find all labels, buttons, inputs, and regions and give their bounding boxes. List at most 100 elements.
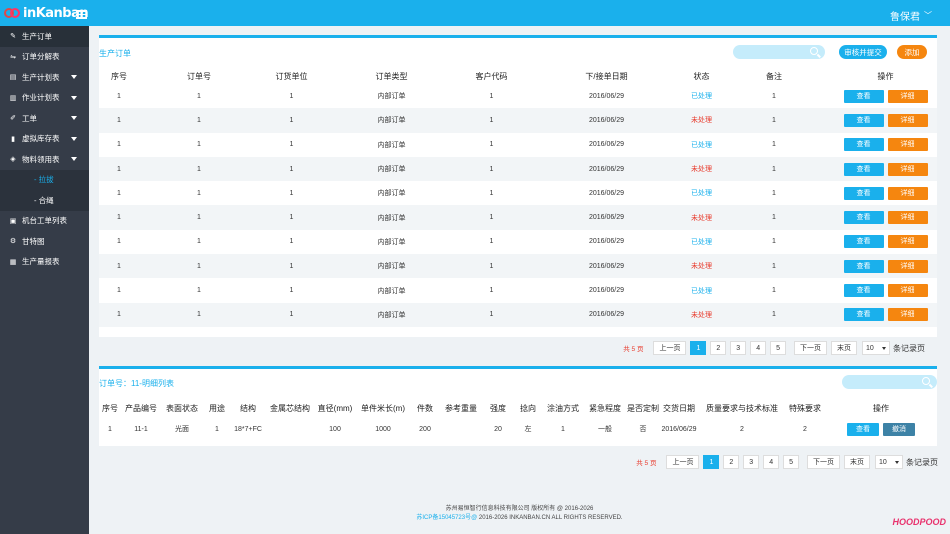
detail-button[interactable]: 详细 bbox=[887, 235, 928, 249]
page-number-button[interactable]: 4 bbox=[750, 341, 767, 355]
add-button[interactable]: 添加 bbox=[897, 45, 927, 59]
menu-toggle-icon[interactable] bbox=[76, 10, 87, 19]
page-number-button[interactable]: 2 bbox=[723, 455, 740, 469]
cancel-button[interactable]: 撤消 bbox=[883, 422, 915, 436]
table-cell: 1 bbox=[772, 92, 776, 100]
footer-rights: 2016-2026 INKANBAN.CN ALL RIGHTS RESERVE… bbox=[477, 515, 623, 521]
page-number-button[interactable]: 5 bbox=[770, 341, 786, 355]
view-button[interactable]: 查看 bbox=[843, 235, 884, 249]
page-number-button[interactable]: 1 bbox=[703, 455, 720, 469]
table-cell: 未处理 bbox=[689, 205, 714, 230]
column-header: 用途 bbox=[209, 403, 225, 413]
table-cell: 内部订单 bbox=[377, 190, 406, 198]
page-number-button[interactable]: 2 bbox=[710, 341, 727, 355]
view-button[interactable]: 查看 bbox=[843, 162, 884, 176]
page-total: 共 5 页 bbox=[623, 346, 644, 353]
search-icon[interactable] bbox=[922, 377, 930, 385]
table-cell: 1 bbox=[99, 254, 139, 279]
table-cell: 内部订单 bbox=[377, 141, 406, 149]
table-cell: 内部订单 bbox=[324, 205, 459, 230]
table-cell: 1 bbox=[772, 141, 776, 149]
orders-search-input[interactable] bbox=[733, 45, 825, 59]
table-cell: 1 bbox=[714, 205, 834, 230]
sidebar-item[interactable]: ⚙ 甘特图 bbox=[0, 231, 89, 252]
page-number-button[interactable]: 3 bbox=[730, 341, 747, 355]
prev-page-button[interactable]: 上一页 bbox=[666, 455, 700, 469]
sidebar-subitem[interactable]: - 合绳 bbox=[0, 190, 89, 211]
sidebar-item[interactable]: ▤ 生产计划表 bbox=[0, 67, 89, 88]
detail-button[interactable]: 详细 bbox=[887, 113, 928, 127]
actions-cell: 查看 详细 bbox=[834, 230, 937, 254]
table-cell: 1 bbox=[714, 302, 834, 327]
detail-button[interactable]: 详细 bbox=[887, 308, 928, 322]
table-cell: 未处理 bbox=[689, 302, 714, 327]
view-button[interactable]: 查看 bbox=[843, 89, 884, 103]
next-page-button[interactable]: 下一页 bbox=[807, 455, 840, 469]
view-button[interactable]: 查看 bbox=[843, 308, 884, 322]
approve-submit-button[interactable]: 审核并提交 bbox=[839, 45, 887, 59]
table-cell: 18*7+FC bbox=[234, 425, 262, 433]
detail-button[interactable]: 详细 bbox=[887, 138, 928, 152]
search-icon[interactable] bbox=[810, 47, 818, 55]
sidebar-subitem[interactable]: - 拉拔 bbox=[0, 169, 89, 190]
page-number-button[interactable]: 4 bbox=[763, 455, 780, 469]
caret-down-icon bbox=[71, 157, 77, 161]
detail-button[interactable]: 详细 bbox=[887, 259, 928, 273]
column-header: 订单号 bbox=[187, 71, 211, 81]
table-cell: 一般 bbox=[598, 426, 612, 433]
table-cell: 2016/06/29 bbox=[524, 302, 689, 327]
page-size-select[interactable]: 10 bbox=[875, 455, 903, 469]
table-cell: 1 bbox=[489, 92, 494, 100]
sidebar-item[interactable]: ◈ 物料领用表 bbox=[0, 149, 89, 170]
table-cell: 2016/06/29 bbox=[524, 156, 689, 182]
table-cell: 1 bbox=[289, 287, 294, 295]
view-button[interactable]: 查看 bbox=[847, 422, 879, 436]
sidebar-item[interactable]: ▥ 作业计划表 bbox=[0, 88, 89, 109]
sidebar-item[interactable]: ✐ 工单 bbox=[0, 108, 89, 129]
view-button[interactable]: 查看 bbox=[843, 211, 884, 225]
caret-down-icon bbox=[71, 75, 77, 79]
detail-button[interactable]: 详细 bbox=[887, 211, 928, 225]
detail-button[interactable]: 详细 bbox=[887, 162, 928, 176]
sidebar-item[interactable]: ✎ 生产订单 bbox=[0, 26, 89, 47]
table-cell: 1 bbox=[259, 108, 324, 133]
caret-down-icon bbox=[71, 136, 77, 141]
footer-icp: 苏ICP备15045723号@ 2016-2026 INKANBAN.CN AL… bbox=[89, 512, 950, 521]
sidebar-item[interactable]: ▮ 虚拟库存表 bbox=[0, 129, 89, 150]
detail-button[interactable]: 详细 bbox=[887, 186, 928, 200]
view-button[interactable]: 查看 bbox=[843, 186, 884, 200]
top-bar: inKanban 鲁保君 ﹀ bbox=[0, 0, 950, 26]
view-button[interactable]: 查看 bbox=[843, 138, 884, 152]
sidebar: ✎ 生产订单 ⇋ 订单分解表 ▤ 生产计划表 ▥ 作业计划表 ✐ 工单 ▮ 虚拟库存表 ◈ 物料领用表 - … bbox=[0, 26, 89, 534]
table-cell: 左 bbox=[524, 426, 532, 433]
last-page-button[interactable]: 末页 bbox=[831, 341, 857, 355]
detail-button[interactable]: 详细 bbox=[887, 89, 928, 103]
detail-search-input[interactable] bbox=[842, 375, 937, 389]
table-cell: 1 bbox=[99, 108, 139, 133]
next-page-button[interactable]: 下一页 bbox=[794, 341, 827, 355]
detail-button[interactable]: 详细 bbox=[887, 284, 928, 298]
sidebar-item-label: 生产计划表 bbox=[22, 72, 60, 82]
page-number-button[interactable]: 1 bbox=[690, 341, 707, 355]
view-button[interactable]: 查看 bbox=[843, 113, 884, 127]
table-cell: 1 bbox=[489, 141, 494, 149]
detail-pagination: 共 5 页 上一页 1 2 3 4 5 下一页 末页 10 条记录页 bbox=[636, 455, 938, 469]
prev-page-button[interactable]: 上一页 bbox=[653, 341, 687, 355]
sidebar-item[interactable]: ⇋ 订单分解表 bbox=[0, 47, 89, 68]
page-number-button[interactable]: 5 bbox=[783, 455, 799, 469]
gear-icon: ⚙ bbox=[9, 238, 17, 246]
view-button[interactable]: 查看 bbox=[843, 284, 884, 298]
sidebar-item[interactable]: ▣ 机台工单列表 bbox=[0, 211, 89, 232]
table-cell: 内部订单 bbox=[324, 254, 459, 279]
page-number-button[interactable]: 3 bbox=[743, 455, 760, 469]
page-total: 共 5 页 bbox=[636, 460, 657, 467]
page-size-select[interactable]: 10 bbox=[862, 341, 890, 355]
sidebar-item[interactable]: ▦ 生产量报表 bbox=[0, 252, 89, 273]
user-menu[interactable]: 鲁保君 ﹀ bbox=[890, 8, 932, 23]
last-page-button[interactable]: 末页 bbox=[844, 455, 870, 469]
view-button[interactable]: 查看 bbox=[843, 259, 884, 273]
table-row: 1 1 1 内部订单 1 2016/06/29 已处理 1 查看 详细 bbox=[99, 278, 937, 302]
table-cell: 1 bbox=[197, 238, 201, 246]
icp-link[interactable]: 苏ICP备15045723号@ bbox=[416, 515, 477, 521]
page-size-value: 10 bbox=[866, 344, 874, 352]
